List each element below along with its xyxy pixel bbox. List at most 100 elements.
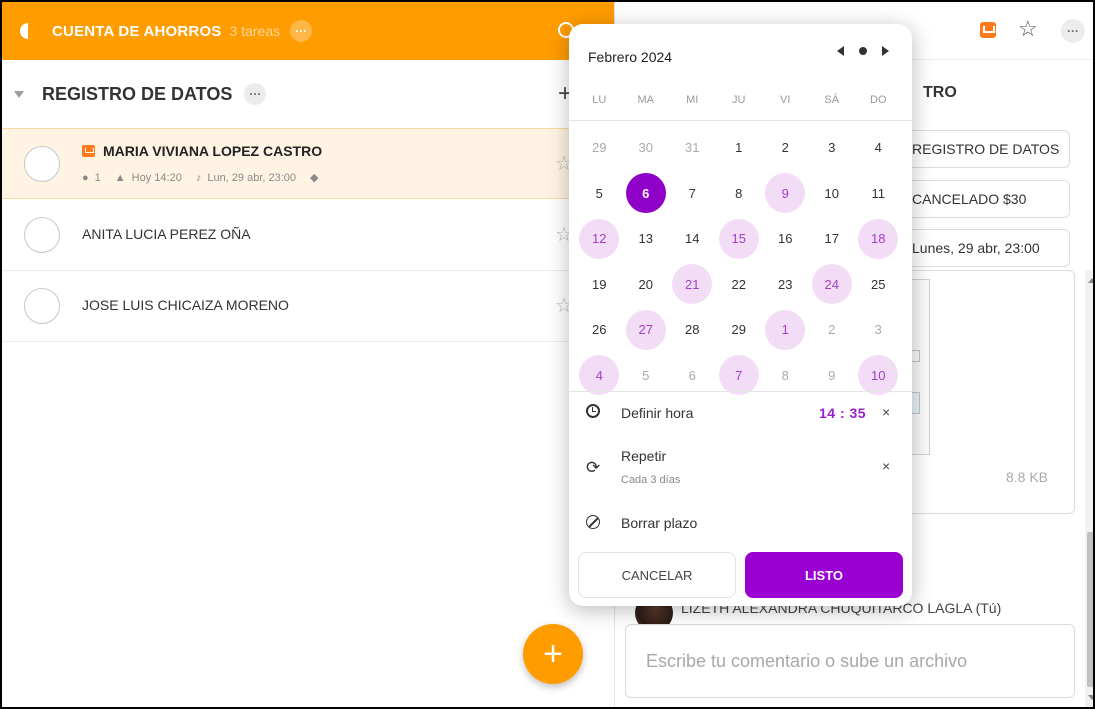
scrollbar-thumb[interactable] [1087, 532, 1093, 687]
task-row[interactable]: MARIA VIVIANA LOPEZ CASTRO ● 1 ▲ Hoy 14:20… [2, 128, 614, 199]
clear-deadline-row[interactable]: Borrar plazo [569, 513, 912, 537]
done-button[interactable]: LISTO [745, 552, 903, 598]
task-checkbox[interactable] [24, 146, 60, 182]
calendar-day[interactable]: 3 [809, 125, 856, 171]
calendar-day[interactable]: 17 [809, 216, 856, 262]
calendar-day[interactable]: 1 [762, 307, 809, 353]
task-row[interactable]: ANITA LUCIA PEREZ OÑA ☆ [2, 200, 614, 271]
section-more-button[interactable]: ··· [244, 83, 267, 105]
next-month-icon[interactable] [882, 46, 889, 56]
clear-repeat-button[interactable]: × [882, 458, 890, 474]
calendar-day[interactable]: 16 [762, 216, 809, 262]
list-title: CUENTA DE AHORROS [52, 22, 222, 40]
list-field[interactable]: REGISTRO DE DATOS [897, 130, 1070, 168]
list-more-button[interactable]: ··· [290, 20, 313, 42]
task-reminder: Lun, 29 abr, 23:00 [207, 171, 297, 184]
calendar-day[interactable]: 18 [855, 216, 902, 262]
calendar-day[interactable]: 7 [669, 171, 716, 217]
cancel-button[interactable]: CANCELAR [578, 552, 736, 598]
inbox-icon[interactable] [980, 22, 996, 38]
list-header: CUENTA DE AHORROS 3 tareas ··· [2, 2, 614, 60]
calendar-day[interactable]: 24 [809, 262, 856, 308]
calendar-day[interactable]: 12 [576, 216, 623, 262]
section-header: REGISTRO DE DATOS ··· + [2, 60, 614, 128]
task-name: ANITA LUCIA PEREZ OÑA [82, 226, 251, 242]
divider [569, 120, 912, 121]
weekday-label: SÁ [824, 94, 840, 106]
collapse-caret-icon[interactable] [14, 90, 24, 98]
calendar-day[interactable]: 31 [669, 125, 716, 171]
calendar-day[interactable]: 2 [762, 125, 809, 171]
date-picker-popup: Febrero 2024 LU MA MI JU VI SÁ DO 29 30 31 1 2 3 4 5 6… [569, 24, 912, 606]
clock-icon [586, 404, 600, 418]
task-list-pane: CUENTA DE AHORROS 3 tareas ··· REGISTRO … [2, 2, 614, 707]
day-grid: 29 30 31 1 2 3 4 5 6 7 8 9 10 11 12 13 14 15 16 17 18 19 20 21 2… [576, 125, 902, 398]
calendar-day[interactable]: 14 [669, 216, 716, 262]
calendar-day[interactable]: 19 [576, 262, 623, 308]
calendar-day[interactable]: 13 [623, 216, 670, 262]
calendar-day[interactable]: 21 [669, 262, 716, 308]
clear-time-button[interactable]: × [882, 404, 890, 420]
attachment-card[interactable]: 8.8 KB [897, 270, 1075, 514]
weekday-label: JU [732, 94, 746, 106]
weekday-label: MA [637, 94, 655, 106]
task-checkbox[interactable] [24, 288, 60, 324]
calendar-day[interactable]: 9 [762, 171, 809, 217]
calendar-day[interactable]: 29 [576, 125, 623, 171]
task-start: Hoy 14:20 [131, 171, 182, 184]
calendar-day[interactable]: 28 [669, 307, 716, 353]
scroll-up-arrow-icon[interactable] [1088, 278, 1093, 283]
repeat-row[interactable]: ⟳ Repetir Cada 3 días × [569, 448, 912, 494]
section-title: REGISTRO DE DATOS [42, 83, 233, 104]
calendar-day[interactable]: 15 [716, 216, 763, 262]
calendar-day[interactable]: 8 [716, 171, 763, 217]
comment-count: 1 [94, 171, 101, 184]
calendar-day[interactable]: 22 [716, 262, 763, 308]
calendar-day[interactable]: 11 [855, 171, 902, 217]
bell-icon: ♪ [195, 171, 202, 184]
task-name: MARIA VIVIANA LOPEZ CASTRO [82, 143, 322, 159]
calendar-day[interactable]: 3 [855, 307, 902, 353]
calendar-day[interactable]: 26 [576, 307, 623, 353]
set-time-row[interactable]: Definir hora 14 : 35 × [569, 402, 912, 438]
comment-input[interactable]: Escribe tu comentario o sube un archivo [625, 624, 1075, 698]
today-icon[interactable] [859, 47, 867, 55]
month-nav [837, 46, 889, 56]
month-label: Febrero 2024 [588, 49, 673, 65]
weekday-label: MI [686, 94, 699, 106]
scrollbar[interactable] [1085, 270, 1093, 707]
add-fab-button[interactable]: + [523, 624, 583, 684]
calendar-day[interactable]: 4 [855, 125, 902, 171]
task-name: JOSE LUIS CHICAIZA MORENO [82, 297, 289, 313]
calendar-day[interactable]: 2 [809, 307, 856, 353]
time-value[interactable]: 14 : 35 [819, 405, 866, 421]
star-icon[interactable]: ☆ [1018, 16, 1038, 42]
detail-title: TRO [923, 84, 957, 101]
calendar-day[interactable]: 30 [623, 125, 670, 171]
repeat-label: Repetir [621, 448, 667, 464]
detail-more-button[interactable]: ··· [1061, 19, 1085, 43]
note-field[interactable]: CANCELADO $30 [897, 180, 1070, 218]
calendar-day[interactable]: 29 [716, 307, 763, 353]
calendar-day[interactable]: 20 [623, 262, 670, 308]
inbox-icon [82, 145, 95, 157]
calendar-day[interactable]: 6 [623, 171, 670, 217]
weekday-header: LU MA MI JU VI SÁ DO [576, 94, 902, 106]
repeat-interval: Cada 3 días [621, 474, 681, 486]
scroll-down-arrow-icon[interactable] [1088, 695, 1093, 700]
repeat-icon: ⟳ [586, 458, 601, 477]
set-time-label: Definir hora [621, 405, 694, 421]
list-icon [20, 23, 36, 39]
calendar-day[interactable]: 5 [576, 171, 623, 217]
calendar-day[interactable]: 10 [809, 171, 856, 217]
app-window: CUENTA DE AHORROS 3 tareas ··· REGISTRO … [0, 0, 1095, 709]
task-checkbox[interactable] [24, 217, 60, 253]
prev-month-icon[interactable] [837, 46, 844, 56]
calendar-day[interactable]: 1 [716, 125, 763, 171]
task-row[interactable]: JOSE LUIS CHICAIZA MORENO ☆ [2, 271, 614, 342]
due-date-field[interactable]: Lunes, 29 abr, 23:00 [897, 229, 1070, 267]
attachment-size: 8.8 KB [1005, 469, 1048, 485]
calendar-day[interactable]: 27 [623, 307, 670, 353]
calendar-day[interactable]: 25 [855, 262, 902, 308]
calendar-day[interactable]: 23 [762, 262, 809, 308]
